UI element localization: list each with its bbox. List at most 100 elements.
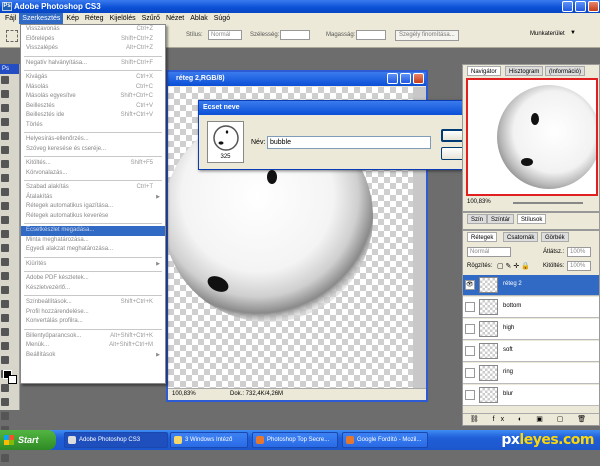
edit-menu-item[interactable]: Adobe PDF készletek... — [21, 274, 165, 284]
tab-navigator[interactable]: Navigátor — [467, 66, 501, 76]
opacity-input[interactable]: 100% — [567, 247, 591, 257]
edit-menu-item[interactable]: Kitöltés... Shift+F5 — [21, 159, 165, 169]
edit-menu-item[interactable]: Átalakítás ▶ — [21, 193, 165, 203]
menu-0[interactable]: Fájl — [2, 13, 19, 24]
tool-icon[interactable] — [1, 454, 9, 462]
zoom-slider[interactable] — [513, 202, 583, 204]
doc-maximize-icon[interactable] — [400, 73, 411, 84]
tab-layers[interactable]: Rétegek — [467, 232, 498, 242]
document-size-info[interactable]: Dok.: 732,4K/4,26M — [230, 389, 283, 400]
navigator-zoom[interactable]: 100,83% — [467, 199, 491, 205]
tab-histogram[interactable]: Hisztogram — [505, 66, 544, 76]
tool-icon[interactable] — [1, 328, 9, 336]
menu-3[interactable]: Réteg — [82, 13, 107, 24]
edit-menu-item[interactable]: Visszavonás Ctrl+Z — [21, 25, 165, 35]
menu-5[interactable]: Szűrő — [139, 13, 163, 24]
eye-icon[interactable] — [465, 346, 475, 356]
tool-icon[interactable] — [1, 188, 9, 196]
edit-menu-item[interactable]: Profil hozzárendelése... — [21, 308, 165, 318]
fill-input[interactable]: 100% — [567, 261, 591, 271]
edit-menu-item[interactable]: Negatív halványítása... Shift+Ctrl+F — [21, 59, 165, 69]
layer-row[interactable]: soft — [463, 341, 599, 362]
edit-menu-item[interactable]: Előrelépés Shift+Ctrl+Z — [21, 35, 165, 45]
blend-mode-select[interactable]: Normál — [467, 247, 511, 257]
refine-edge-button[interactable]: Szegély finomítása... — [395, 30, 459, 41]
tool-icon[interactable] — [1, 104, 9, 112]
menu-7[interactable]: Ablak — [187, 13, 211, 24]
width-input[interactable] — [280, 30, 310, 40]
tab-color[interactable]: Szín — [467, 214, 488, 224]
edit-menu-item[interactable]: Törlés — [21, 121, 165, 131]
tool-icon[interactable] — [1, 216, 9, 224]
start-button[interactable]: Start — [0, 430, 56, 450]
tool-icon[interactable] — [1, 132, 9, 140]
edit-menu-item[interactable]: Beillesztés ide Shift+Ctrl+V — [21, 111, 165, 121]
tool-icon[interactable] — [1, 314, 9, 322]
task-explorer[interactable]: 3 Windows Intéző — [170, 432, 248, 448]
edit-menu-item[interactable]: Rétegek automatikus keverése — [21, 212, 165, 222]
doc-close-icon[interactable] — [413, 73, 424, 84]
edit-menu-item[interactable]: Másolás egyesítve Shift+Ctrl+C — [21, 92, 165, 102]
maximize-icon[interactable] — [575, 1, 586, 12]
chevron-down-icon[interactable]: ▼ — [570, 30, 576, 36]
tool-icon[interactable] — [1, 356, 9, 364]
edit-menu-item[interactable]: Visszalépés Alt+Ctrl+Z — [21, 44, 165, 54]
tool-icon[interactable] — [1, 412, 9, 420]
layer-row[interactable]: high — [463, 319, 599, 340]
navigator-view-box[interactable] — [466, 78, 598, 196]
edit-menu-item[interactable]: Menük... Alt+Shift+Ctrl+M — [21, 341, 165, 351]
edit-menu-item[interactable]: Helyesírás-ellenőrzés... — [21, 135, 165, 145]
tool-icon[interactable] — [1, 300, 9, 308]
menu-4[interactable]: Kijelölés — [107, 13, 139, 24]
tab-info[interactable]: (Információ) — [545, 66, 586, 76]
menu-2[interactable]: Kép — [63, 13, 81, 24]
zoom-level[interactable]: 100,83% — [172, 389, 196, 400]
eye-icon[interactable] — [465, 324, 475, 334]
style-select[interactable]: Normál — [208, 30, 242, 40]
doc-minimize-icon[interactable] — [387, 73, 398, 84]
tool-icon[interactable] — [1, 230, 9, 238]
lock-icon[interactable]: ▢ ✎ ✛ 🔒 — [497, 262, 530, 270]
background-color-swatch[interactable] — [8, 375, 17, 384]
menu-1[interactable]: Szerkesztés — [19, 13, 64, 24]
tool-icon[interactable] — [1, 384, 9, 392]
menu-8[interactable]: Súgó — [211, 13, 233, 24]
minimize-icon[interactable] — [562, 1, 573, 12]
eye-icon[interactable]: 👁 — [465, 280, 475, 290]
tool-icon[interactable] — [1, 286, 9, 294]
eye-icon[interactable] — [465, 368, 475, 378]
edit-menu-item[interactable]: Másolás Ctrl+C — [21, 83, 165, 93]
edit-menu-item[interactable]: Szabad alakítás Ctrl+T — [21, 183, 165, 193]
layer-row[interactable]: ring — [463, 363, 599, 384]
edit-menu-item[interactable]: Minta meghatározása... — [21, 236, 165, 246]
edit-menu-item[interactable]: Kivágás Ctrl+X — [21, 73, 165, 83]
layer-row[interactable]: 👁 réteg 2 — [463, 275, 599, 296]
edit-menu-item[interactable]: Konvertálás profilra... — [21, 317, 165, 327]
task-photoshop[interactable]: Adobe Photoshop CS3 — [64, 432, 168, 448]
tool-icon[interactable] — [1, 90, 9, 98]
tool-icon[interactable] — [1, 146, 9, 154]
eye-icon[interactable] — [465, 390, 475, 400]
edit-menu-item[interactable]: Körvonalazás... — [21, 169, 165, 179]
task-firefox-2[interactable]: Google Fordító - Mozil... — [342, 432, 428, 448]
layer-row[interactable]: blur — [463, 385, 599, 406]
tab-styles[interactable]: Stílusok — [517, 214, 547, 224]
edit-menu-item[interactable]: Színbeállítások... Shift+Ctrl+K — [21, 298, 165, 308]
tool-icon[interactable] — [1, 342, 9, 350]
task-firefox-1[interactable]: Photoshop Top Secre... — [252, 432, 338, 448]
edit-menu-item[interactable]: Szöveg keresése és cseréje... — [21, 145, 165, 155]
edit-menu-item[interactable]: Készletvezérlő... — [21, 284, 165, 294]
layer-actions-bar[interactable]: ⛓ fx ◐ ▣ ▢ 🗑 — [463, 413, 599, 425]
tab-curves[interactable]: Görbék — [541, 232, 569, 242]
tool-icon[interactable] — [1, 174, 9, 182]
tool-icon[interactable] — [1, 202, 9, 210]
tool-icon[interactable] — [1, 76, 9, 84]
edit-menu-item[interactable]: Egyedi alakzat meghatározása... — [21, 245, 165, 255]
tool-icon[interactable] — [1, 398, 9, 406]
menu-6[interactable]: Nézet — [163, 13, 187, 24]
marquee-tool-icon[interactable] — [6, 30, 18, 42]
close-icon[interactable] — [588, 1, 599, 12]
tab-swatches[interactable]: Színtár — [487, 214, 515, 224]
eye-icon[interactable] — [465, 302, 475, 312]
workspace-label[interactable]: Munkaterület — [530, 31, 565, 37]
